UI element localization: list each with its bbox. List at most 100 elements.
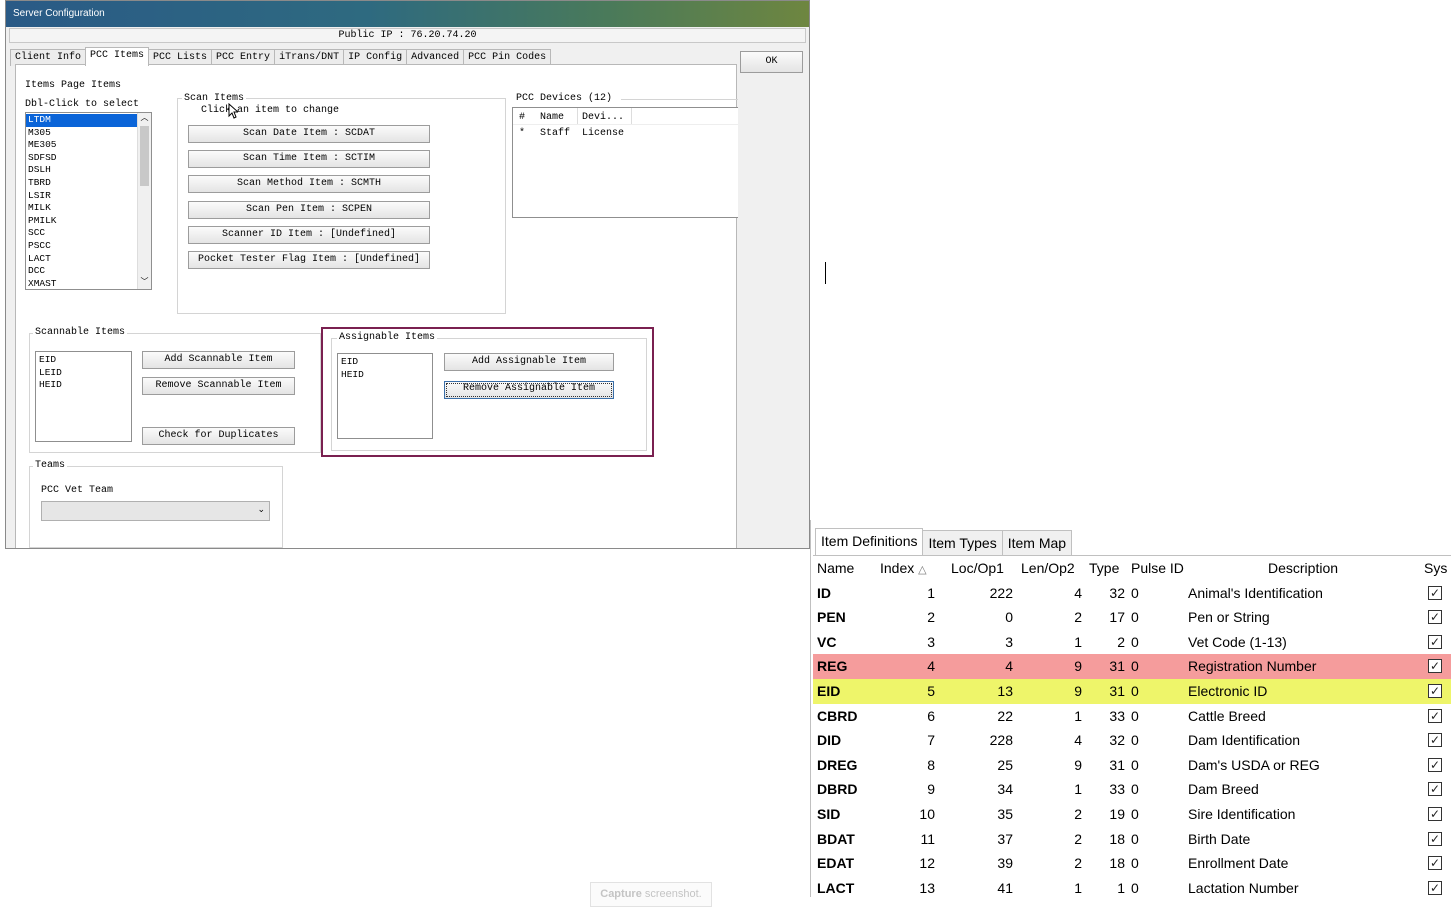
scroll-thumb[interactable] (140, 126, 149, 186)
pcc-devices-list[interactable]: # Name Devi... * Staff License (512, 107, 738, 218)
col-header-sys[interactable]: Sys (1424, 556, 1447, 581)
capture-screenshot-button[interactable]: Capture screenshot. (590, 882, 712, 907)
sys-checkbox[interactable]: ✓ (1428, 831, 1442, 846)
cell-len: 4 (1074, 584, 1082, 601)
table-row[interactable]: DBRD 9 34 1 33 0 Dam Breed ✓ (813, 777, 1451, 802)
list-item[interactable]: SDFSD (26, 152, 151, 165)
list-item[interactable]: DSLH (26, 164, 151, 177)
cell-name: VC (817, 633, 837, 650)
sys-checkbox[interactable]: ✓ (1428, 757, 1442, 772)
table-row[interactable]: BDAT 11 37 2 18 0 Birth Date ✓ (813, 827, 1451, 852)
sys-checkbox[interactable]: ✓ (1428, 634, 1442, 649)
sys-checkbox[interactable]: ✓ (1428, 733, 1442, 748)
sys-checkbox[interactable]: ✓ (1428, 856, 1442, 871)
col-device[interactable]: Devi... (582, 112, 624, 123)
tab-item-types[interactable]: Item Types (922, 530, 1003, 555)
col-header-type[interactable]: Type (1089, 556, 1119, 581)
sys-checkbox[interactable]: ✓ (1428, 880, 1442, 895)
list-item[interactable]: XMAST (26, 278, 151, 289)
cell-name: DID (817, 732, 842, 749)
col-header-len[interactable]: Len/Op2 (1021, 556, 1075, 581)
list-item[interactable]: EID (37, 354, 131, 367)
check-duplicates-button[interactable]: Check for Duplicates (142, 427, 295, 445)
col-hash[interactable]: # (519, 112, 525, 123)
list-item[interactable]: DCC (26, 265, 151, 278)
cell-loc: 228 (989, 732, 1013, 749)
table-row[interactable]: EID 5 13 9 31 0 Electronic ID ✓ (813, 678, 1451, 704)
table-row[interactable]: PEN 2 0 2 17 0 Pen or String ✓ (813, 605, 1451, 630)
index-header-label: Index (880, 560, 915, 576)
tab-item-definitions[interactable]: Item Definitions (815, 528, 924, 555)
title-bar[interactable]: Server Configuration (6, 1, 809, 27)
sys-checkbox[interactable]: ✓ (1428, 683, 1442, 698)
col-name[interactable]: Name (540, 112, 564, 123)
cell-loc: 0 (1005, 609, 1013, 626)
sys-checkbox[interactable]: ✓ (1428, 585, 1442, 600)
cell-name: PEN (817, 609, 846, 626)
scan-time-item-button[interactable]: Scan Time Item : SCTIM (188, 150, 430, 168)
cell-len: 1 (1074, 707, 1082, 724)
pcc-vet-team-select[interactable]: ⌄ (41, 501, 270, 521)
sys-checkbox[interactable]: ✓ (1428, 782, 1442, 797)
list-item[interactable]: EID (339, 356, 432, 369)
scroll-up-icon[interactable]: ︿ (138, 113, 151, 125)
scan-pen-item-button[interactable]: Scan Pen Item : SCPEN (188, 201, 430, 219)
sys-checkbox[interactable]: ✓ (1428, 806, 1442, 821)
list-item[interactable]: * Staff License (513, 125, 738, 139)
cell-type: 32 (1109, 732, 1125, 749)
col-header-index[interactable]: Index △ (880, 556, 927, 581)
items-page-list[interactable]: LTDM M305 ME305 SDFSD DSLH TBRD LSIR MILK PMILK S… (25, 112, 152, 290)
pocket-tester-flag-button[interactable]: Pocket Tester Flag Item : [Undefined] (188, 251, 430, 269)
list-item[interactable]: LEID (37, 367, 131, 380)
list-item[interactable]: PMILK (26, 215, 151, 228)
table-row[interactable]: SID 10 35 2 19 0 Sire Identification ✓ (813, 802, 1451, 827)
list-item[interactable]: ME305 (26, 139, 151, 152)
cell-name: BDAT (817, 830, 855, 847)
col-header-description[interactable]: Description (1268, 556, 1338, 581)
scannable-items-list[interactable]: EID LEID HEID (35, 351, 132, 442)
sys-checkbox[interactable]: ✓ (1428, 659, 1442, 674)
table-row[interactable]: CBRD 6 22 1 33 0 Cattle Breed ✓ (813, 704, 1451, 729)
cell-desc: Cattle Breed (1188, 707, 1266, 724)
scan-date-item-button[interactable]: Scan Date Item : SCDAT (188, 125, 430, 143)
table-row[interactable]: DID 7 228 4 32 0 Dam Identification ✓ (813, 728, 1451, 753)
item-defs-tab-strip: Item Definitions Item Types Item Map (815, 528, 1073, 555)
sys-checkbox[interactable]: ✓ (1428, 610, 1442, 625)
scan-method-item-button[interactable]: Scan Method Item : SCMTH (188, 175, 430, 193)
table-row[interactable]: DREG 8 25 9 31 0 Dam's USDA or REG ✓ (813, 753, 1451, 778)
list-item[interactable]: LSIR (26, 190, 151, 203)
add-assignable-item-button[interactable]: Add Assignable Item (444, 353, 614, 371)
scanner-id-item-button[interactable]: Scanner ID Item : [Undefined] (188, 226, 430, 244)
list-scrollbar[interactable]: ︿ ﹀ (137, 113, 151, 289)
remove-scannable-item-button[interactable]: Remove Scannable Item (142, 377, 295, 395)
remove-assignable-item-button[interactable]: Remove Assignable Item (444, 381, 614, 399)
col-header-loc[interactable]: Loc/Op1 (951, 556, 1004, 581)
table-row[interactable]: REG 4 4 9 31 0 Registration Number ✓ (813, 654, 1451, 679)
table-row[interactable]: EDAT 12 39 2 18 0 Enrollment Date ✓ (813, 851, 1451, 876)
table-row[interactable]: ID 1 222 4 32 0 Animal's Identification ✓ (813, 581, 1451, 606)
add-scannable-item-button[interactable]: Add Scannable Item (142, 351, 295, 369)
sys-checkbox[interactable]: ✓ (1428, 708, 1442, 723)
list-item[interactable]: HEID (339, 369, 432, 382)
cell-desc: Sire Identification (1188, 805, 1296, 822)
list-item[interactable]: MILK (26, 202, 151, 215)
tab-item-map[interactable]: Item Map (1001, 530, 1073, 555)
cell-type: 31 (1109, 756, 1125, 773)
cell-desc: Animal's Identification (1188, 584, 1323, 601)
assignable-items-list[interactable]: EID HEID (337, 353, 433, 439)
list-item[interactable]: SCC (26, 227, 151, 240)
list-item[interactable]: PSCC (26, 240, 151, 253)
list-item[interactable]: M305 (26, 127, 151, 140)
scroll-down-icon[interactable]: ﹀ (138, 277, 151, 289)
list-item[interactable]: HEID (37, 379, 131, 392)
window-title: Server Configuration (13, 8, 105, 19)
table-row[interactable]: LACT 13 41 1 1 0 Lactation Number ✓ (813, 876, 1451, 897)
ok-button[interactable]: OK (740, 51, 803, 73)
list-item[interactable]: LACT (26, 253, 151, 266)
col-header-pulse[interactable]: Pulse ID (1131, 556, 1184, 581)
col-header-name[interactable]: Name (817, 556, 854, 581)
list-item[interactable]: LTDM (26, 114, 137, 127)
tab-pcc-items[interactable]: PCC Items (85, 47, 150, 66)
list-item[interactable]: TBRD (26, 177, 151, 190)
table-row[interactable]: VC 3 3 1 2 0 Vet Code (1-13) ✓ (813, 630, 1451, 655)
